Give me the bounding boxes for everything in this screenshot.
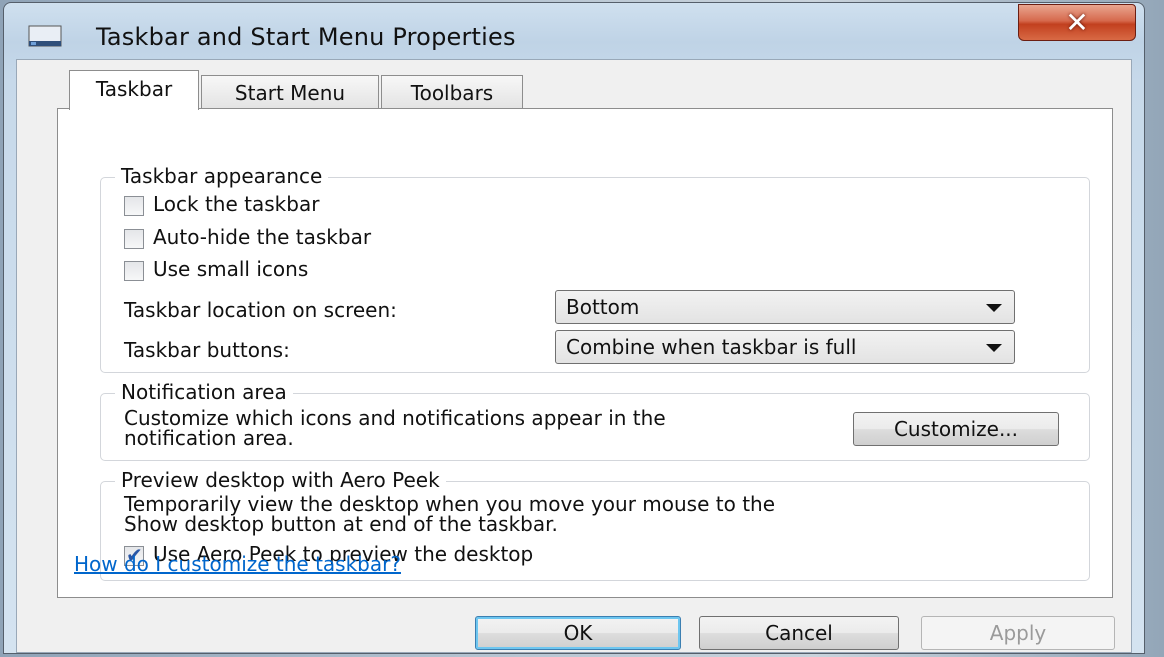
location-dropdown[interactable]: Bottom [555, 290, 1015, 324]
buttons-label: Taskbar buttons: [124, 338, 290, 362]
notification-desc-line2: notification area. [124, 426, 294, 450]
chevron-down-icon [986, 304, 1002, 312]
location-value: Bottom [566, 295, 640, 319]
title-bar[interactable]: Taskbar and Start Menu Properties ✕ [4, 3, 1144, 59]
location-label: Taskbar location on screen: [124, 298, 397, 322]
notification-description: Customize which icons and notifications … [124, 408, 666, 448]
cancel-button[interactable]: Cancel [699, 616, 899, 650]
group-title: Taskbar appearance [115, 164, 329, 188]
taskbar-tab-panel: Taskbar appearance Lock the taskbar Auto… [57, 108, 1113, 598]
small-icons-label: Use small icons [153, 257, 309, 281]
peek-description: Temporarily view the desktop when you mo… [124, 494, 775, 534]
tab-label: Start Menu [234, 81, 346, 105]
dialog-title: Taskbar and Start Menu Properties [96, 23, 516, 51]
group-title: Notification area [115, 380, 293, 404]
tab-start-menu[interactable]: Start Menu [201, 75, 379, 109]
autohide-checkbox[interactable] [124, 229, 144, 249]
customize-button[interactable]: Customize... [853, 412, 1059, 446]
ok-button[interactable]: OK [475, 616, 681, 650]
notification-desc-line1: Customize which icons and notifications … [124, 406, 666, 430]
notification-area-group: Notification area Customize which icons … [100, 380, 1090, 461]
close-icon: ✕ [1065, 6, 1089, 39]
group-title: Preview desktop with Aero Peek [115, 468, 446, 492]
lock-taskbar-checkbox[interactable] [124, 196, 144, 216]
properties-dialog: Taskbar and Start Menu Properties ✕ Task… [3, 2, 1145, 654]
tab-taskbar[interactable]: Taskbar [69, 70, 199, 110]
small-icons-checkbox[interactable] [124, 261, 144, 281]
tab-toolbars[interactable]: Toolbars [381, 75, 523, 109]
dialog-body: Taskbar Start Menu Toolbars Taskbar appe… [16, 59, 1132, 653]
lock-taskbar-label: Lock the taskbar [153, 192, 320, 216]
chevron-down-icon [986, 344, 1002, 352]
buttons-value: Combine when taskbar is full [566, 335, 857, 359]
autohide-label: Auto-hide the taskbar [153, 225, 372, 249]
taskbar-icon [28, 25, 62, 47]
apply-button[interactable]: Apply [921, 616, 1115, 650]
peek-desc-line1: Temporarily view the desktop when you mo… [124, 492, 776, 516]
buttons-dropdown[interactable]: Combine when taskbar is full [555, 330, 1015, 364]
close-button[interactable]: ✕ [1018, 4, 1136, 41]
taskbar-appearance-group: Taskbar appearance Lock the taskbar Auto… [100, 164, 1090, 373]
peek-desc-line2: Show desktop button at end of the taskba… [124, 512, 558, 536]
help-link[interactable]: How do I customize the taskbar? [74, 552, 401, 576]
tab-label: Taskbar [95, 77, 173, 101]
tab-label: Toolbars [410, 81, 494, 105]
